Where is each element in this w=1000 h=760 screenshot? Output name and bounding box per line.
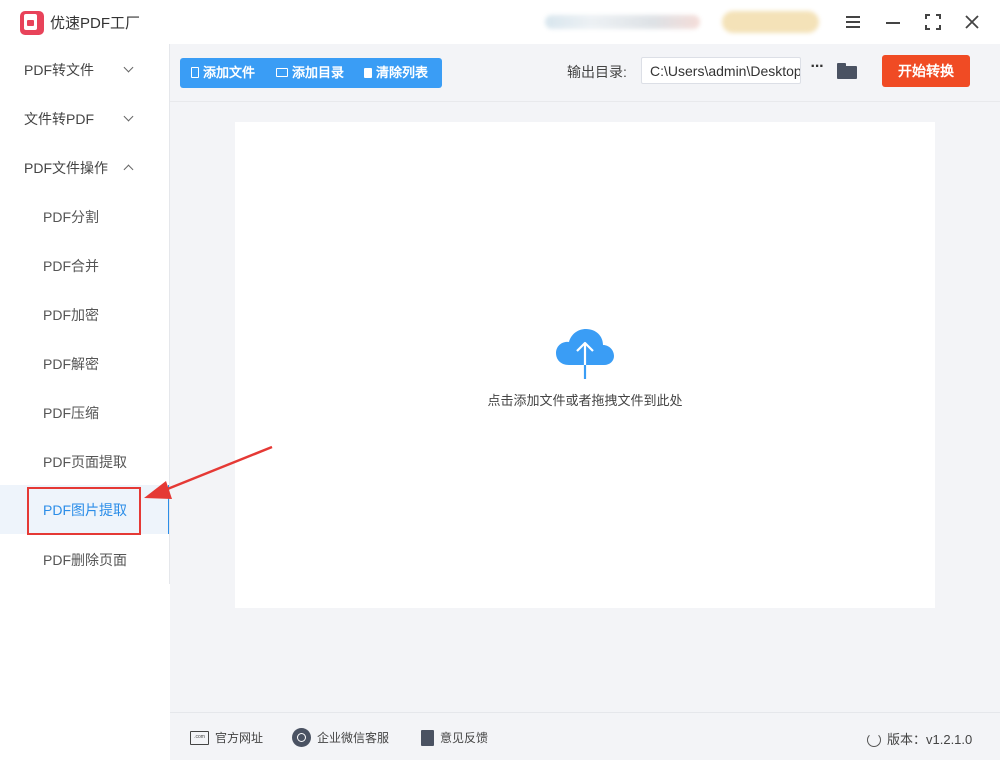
chevron-up-icon — [123, 164, 134, 175]
version-info[interactable]: 版本：v1.2.1.0 — [867, 729, 972, 748]
sidebar-group-pdf-to-file[interactable]: PDF转文件 — [0, 49, 170, 89]
sidebar-group-file-to-pdf[interactable]: 文件转PDF — [0, 98, 170, 138]
sidebar-item-pdf-delete-pages[interactable]: PDF删除页面 — [0, 539, 170, 579]
app-logo — [20, 11, 44, 35]
output-dir-label: 输出目录: — [567, 64, 627, 80]
website-link[interactable]: .com 官方网址 — [190, 729, 263, 746]
minimize-icon[interactable] — [880, 9, 906, 35]
maximize-icon[interactable] — [920, 9, 946, 35]
drop-hint-text: 点击添加文件或者拖拽文件到此处 — [487, 393, 683, 408]
add-file-button[interactable]: 添加文件 — [191, 58, 255, 88]
file-drop-zone[interactable]: 点击添加文件或者拖拽文件到此处 — [235, 122, 935, 608]
sidebar-item-pdf-merge[interactable]: PDF合并 — [0, 245, 170, 285]
sidebar-item-pdf-encrypt[interactable]: PDF加密 — [0, 294, 170, 334]
blurred-badge[interactable] — [722, 11, 819, 33]
main-panel: 添加文件 添加目录 清除列表 输出目录: C:\Users\admin\Desk… — [170, 44, 1000, 760]
sidebar-item-pdf-split[interactable]: PDF分割 — [0, 196, 170, 236]
sidebar: PDF转文件 文件转PDF PDF文件操作 PDF分割 PDF合并 PDF加密 … — [0, 44, 170, 760]
website-icon: .com — [190, 730, 209, 745]
wechat-support-link[interactable]: 企业微信客服 — [292, 728, 389, 748]
trash-icon — [364, 67, 372, 78]
folder-icon — [276, 68, 288, 78]
blurred-banner — [545, 15, 700, 29]
app-title: 优速PDF工厂 — [50, 15, 141, 32]
close-icon[interactable] — [959, 9, 985, 35]
refresh-icon — [867, 732, 881, 747]
chevron-down-icon — [123, 62, 134, 73]
file-button-group: 添加文件 添加目录 清除列表 — [180, 58, 442, 88]
cloud-upload-icon — [556, 329, 614, 379]
title-bar: 优速PDF工厂 — [0, 0, 1000, 44]
sidebar-group-pdf-operations[interactable]: PDF文件操作 — [0, 147, 170, 187]
file-icon — [191, 67, 199, 79]
footer: .com 官方网址 企业微信客服 意见反馈 版本：v1.2.1.0 — [170, 712, 1000, 760]
chevron-down-icon — [123, 111, 134, 122]
feedback-link[interactable]: 意见反馈 — [421, 729, 488, 747]
menu-icon[interactable] — [840, 9, 866, 35]
chat-icon — [292, 728, 311, 748]
sidebar-item-pdf-page-extract[interactable]: PDF页面提取 — [0, 441, 170, 481]
start-convert-button[interactable]: 开始转换 — [882, 55, 970, 87]
annotation-highlight-box — [27, 487, 141, 535]
sidebar-item-pdf-compress[interactable]: PDF压缩 — [0, 392, 170, 432]
more-options-icon[interactable]: ··· — [807, 59, 827, 80]
browse-folder-icon[interactable] — [837, 63, 857, 79]
toolbar: 添加文件 添加目录 清除列表 输出目录: C:\Users\admin\Desk… — [170, 44, 1000, 102]
clear-list-button[interactable]: 清除列表 — [364, 58, 428, 88]
add-folder-button[interactable]: 添加目录 — [276, 58, 344, 88]
sidebar-item-pdf-decrypt[interactable]: PDF解密 — [0, 343, 170, 383]
output-dir-field[interactable]: C:\Users\admin\Desktop — [641, 57, 801, 84]
feedback-icon — [421, 729, 434, 746]
